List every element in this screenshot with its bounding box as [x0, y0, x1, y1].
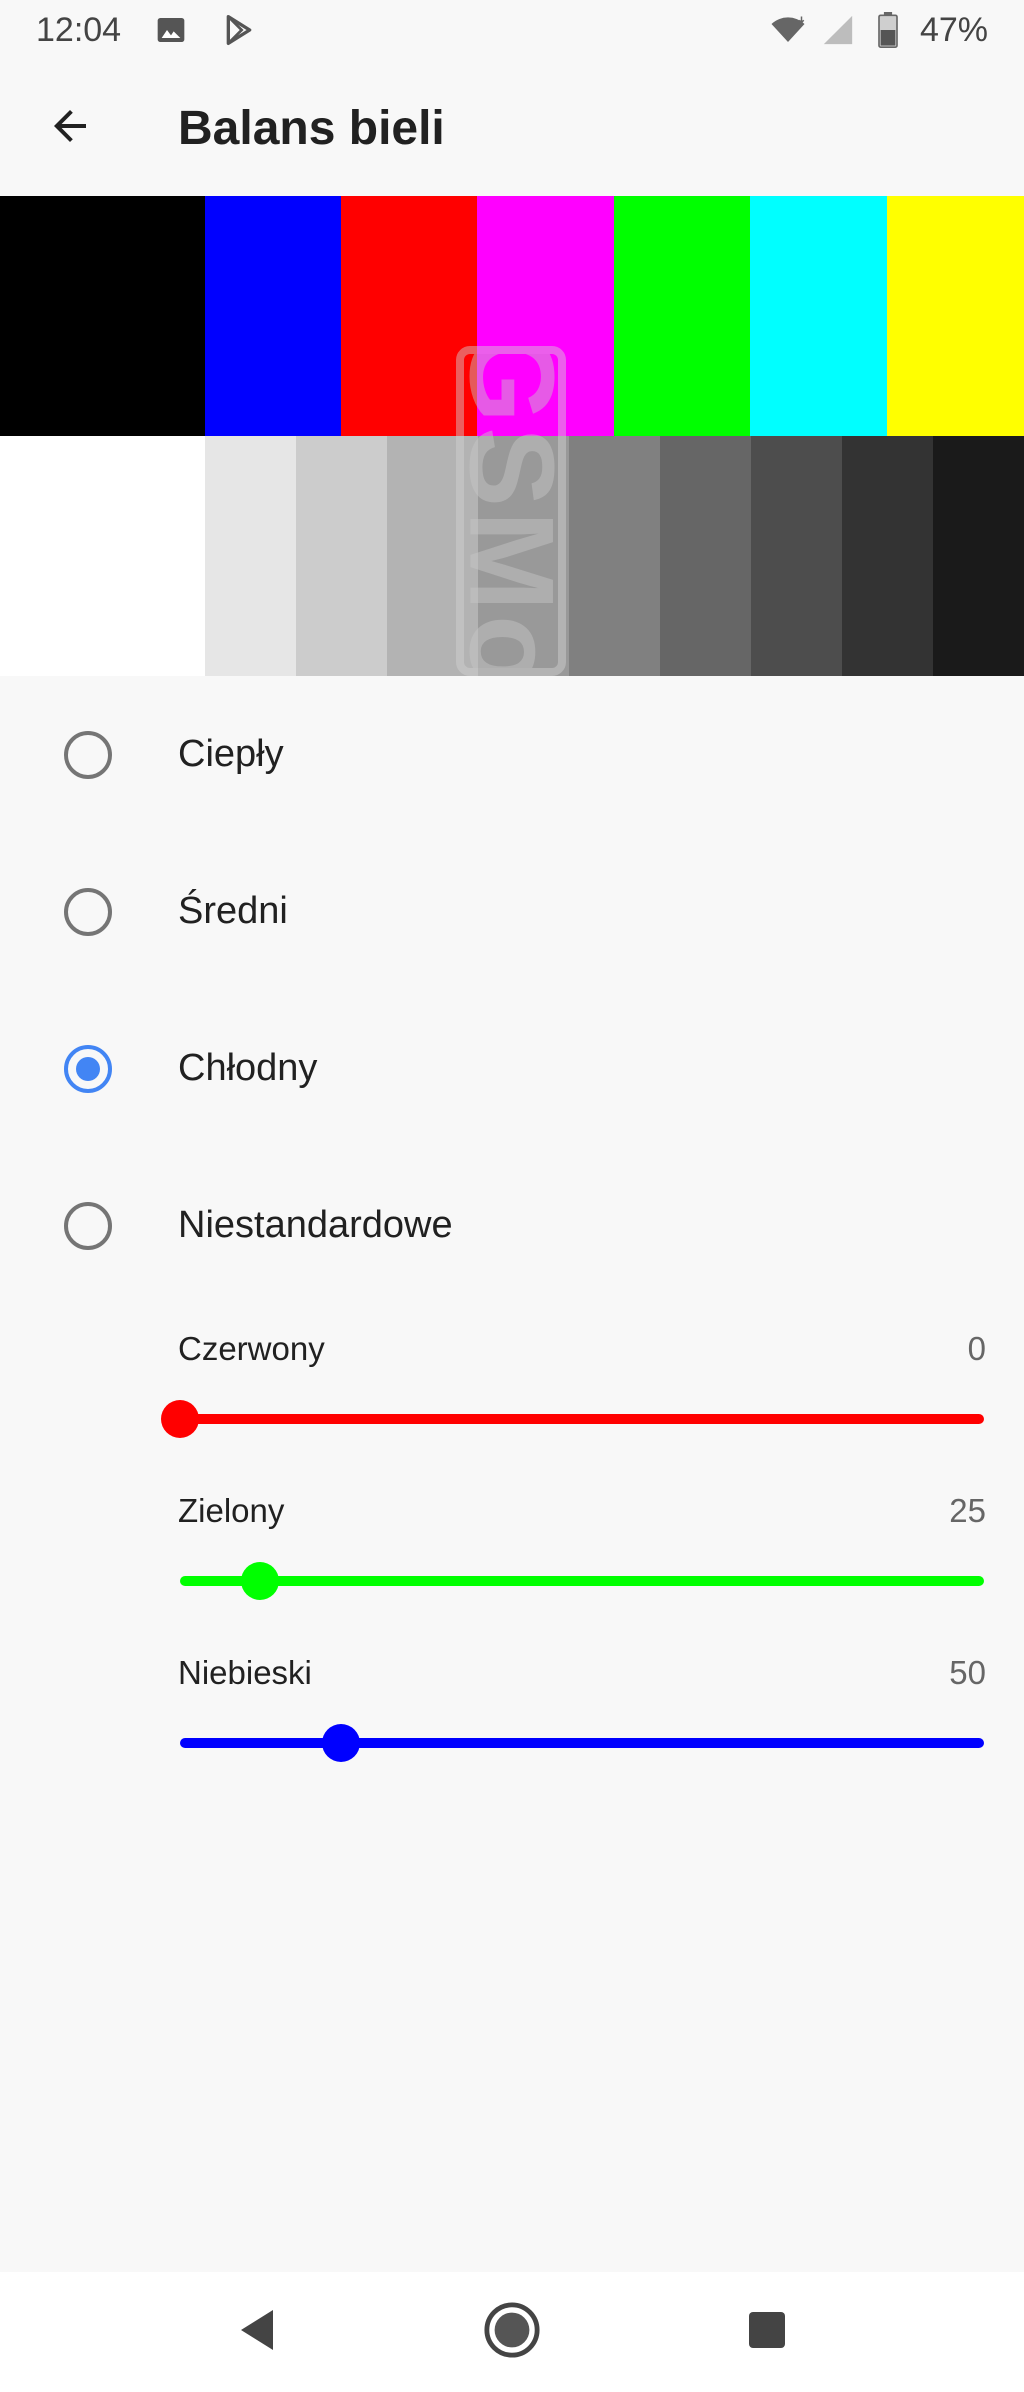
option-label: Chłodny: [178, 1047, 318, 1089]
color-bars-row: [0, 196, 1024, 436]
gray-swatch: [296, 436, 387, 676]
status-left: 12:04: [36, 11, 257, 50]
gray-swatch: [205, 436, 296, 676]
gray-swatch: [478, 436, 569, 676]
slider-track[interactable]: [180, 1414, 984, 1424]
back-button[interactable]: [0, 60, 140, 196]
slider-value: 25: [949, 1492, 986, 1529]
option-label: Niestandardowe: [178, 1204, 453, 1246]
gray-swatch: [387, 436, 478, 676]
slider-value: 50: [949, 1654, 986, 1691]
gray-swatch: [660, 436, 751, 676]
nav-recents-button[interactable]: [727, 2292, 807, 2372]
system-nav-bar: [0, 2272, 1024, 2392]
option-custom[interactable]: Niestandardowe: [0, 1147, 1024, 1304]
slider-header: Czerwony 0: [178, 1330, 986, 1368]
color-swatch: [614, 196, 750, 436]
wifi-icon: [770, 12, 806, 48]
nav-home-button[interactable]: [472, 2292, 552, 2372]
gray-swatch: [569, 436, 660, 676]
nav-back-button[interactable]: [217, 2292, 297, 2372]
color-swatch: [0, 196, 205, 436]
slider-thumb[interactable]: [241, 1562, 280, 1600]
slider-value: 0: [967, 1330, 986, 1367]
option-label: Średni: [178, 890, 288, 932]
status-bar: 12:04 47%: [0, 0, 1024, 60]
color-swatch: [477, 196, 614, 436]
radio-button[interactable]: [64, 1201, 112, 1250]
option-medium[interactable]: Średni: [0, 833, 1024, 990]
battery-icon: [870, 12, 906, 48]
status-right: 47%: [770, 11, 988, 50]
radio-button[interactable]: [64, 887, 112, 936]
nav-home-icon: [483, 2301, 541, 2364]
nav-recents-icon: [747, 2310, 787, 2355]
grayscale-bars-row: [0, 436, 1024, 676]
slider-blue: Niebieski 50: [0, 1634, 1024, 1796]
slider-label: Czerwony: [178, 1330, 325, 1367]
gray-swatch: [0, 436, 205, 676]
slider-thumb[interactable]: [321, 1724, 360, 1762]
slider-label: Niebieski: [178, 1654, 312, 1691]
color-test-pattern: GSMo: [0, 196, 1024, 676]
slider-red: Czerwony 0: [0, 1310, 1024, 1472]
custom-rgb-sliders: Czerwony 0 Zielony 25 Niebieski 50: [0, 1310, 1024, 1796]
slider-thumb[interactable]: [161, 1400, 199, 1438]
play-store-icon: [221, 12, 257, 48]
page-title: Balans bieli: [178, 101, 445, 155]
option-warm[interactable]: Ciepły: [0, 676, 1024, 833]
slider-label: Zielony: [178, 1492, 285, 1529]
white-balance-options: Ciepły Średni Chłodny Niestandardowe: [0, 676, 1024, 1304]
slider-header: Niebieski 50: [178, 1654, 986, 1692]
slider-track[interactable]: [180, 1576, 984, 1586]
color-swatch: [341, 196, 477, 436]
app-bar: Balans bieli: [0, 60, 1024, 196]
radio-button[interactable]: [64, 1044, 112, 1093]
slider-header: Zielony 25: [178, 1492, 986, 1530]
image-icon: [153, 12, 189, 48]
color-swatch: [887, 196, 1024, 436]
radio-button[interactable]: [64, 730, 112, 779]
slider-track[interactable]: [180, 1738, 984, 1748]
color-swatch: [750, 196, 887, 436]
option-cool[interactable]: Chłodny: [0, 990, 1024, 1147]
arrow-back-icon: [46, 102, 94, 155]
slider-green: Zielony 25: [0, 1472, 1024, 1634]
gray-swatch: [751, 436, 842, 676]
color-swatch: [205, 196, 341, 436]
battery-percent: 47%: [919, 10, 988, 49]
signal-icon: [820, 12, 856, 48]
nav-back-icon: [237, 2308, 277, 2357]
gray-swatch: [933, 436, 1024, 676]
option-label: Ciepły: [178, 733, 284, 775]
status-time: 12:04: [36, 10, 122, 49]
gray-swatch: [842, 436, 933, 676]
radio-dot: [76, 1056, 100, 1081]
